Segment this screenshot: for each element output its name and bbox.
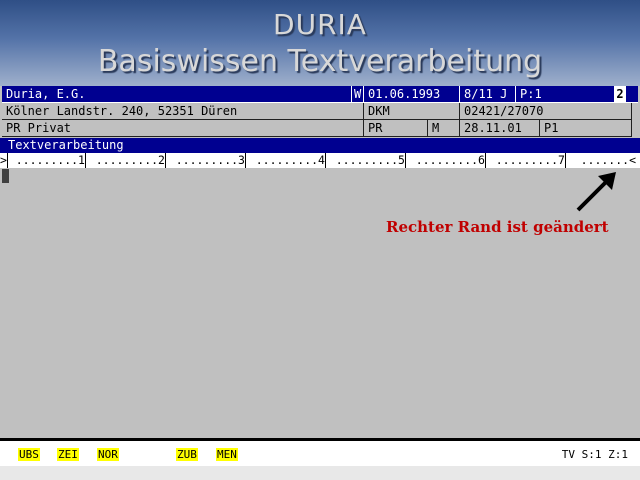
title-line-1: DURIA (273, 8, 367, 41)
fkey-nor[interactable]: NOR (97, 448, 119, 461)
record-header: Duria, E.G. W 01.06.1993 8/11 J P:1 2 Kö… (2, 86, 638, 138)
ruler-segment: .........4 (246, 153, 326, 168)
record-flag: W (352, 86, 364, 103)
ruler-right-margin[interactable]: .......< (566, 153, 636, 168)
ruler-segment: .........1 (6, 153, 86, 168)
ruler-segment: .........2 (86, 153, 166, 168)
ruler-segment: .........3 (166, 153, 246, 168)
status-indicator: TV S:1 Z:1 (561, 448, 628, 461)
record-phone[interactable]: 02421/27070 (460, 103, 632, 120)
ruler-segment: .........5 (326, 153, 406, 168)
record-badge: 2 (614, 86, 626, 103)
title-banner: DURIA Basiswissen Textverarbeitung (0, 0, 640, 86)
text-cursor (2, 169, 9, 183)
record-category[interactable]: PR Privat (2, 120, 364, 137)
record-address[interactable]: Kölner Landstr. 240, 52351 Düren (2, 103, 364, 120)
ruler-segment: .........7 (486, 153, 566, 168)
record-gender: M (428, 120, 460, 137)
record-date-2: 28.11.01 (460, 120, 540, 137)
text-edit-area[interactable] (0, 168, 640, 438)
record-name[interactable]: Duria, E.G. (2, 86, 352, 103)
arrow-icon (576, 172, 616, 212)
record-place-code: DKM (364, 103, 460, 120)
fkey-ubs[interactable]: UBS (18, 448, 40, 461)
bottom-strip (0, 466, 640, 480)
margin-ruler[interactable]: > .........1 .........2 .........3 .....… (0, 153, 640, 168)
function-key-bar: UBS ZEI NOR ZUB MEN TV S:1 Z:1 (0, 438, 640, 466)
record-p1: P1 (540, 120, 632, 137)
title-line-2: Basiswissen Textverarbeitung (97, 44, 543, 79)
ruler-segment: .........6 (406, 153, 486, 168)
record-code: 8/11 J (460, 86, 516, 103)
screen: DURIA Basiswissen Textverarbeitung Duria… (0, 0, 640, 480)
annotation-note: Rechter Rand ist geändert (386, 218, 609, 236)
section-title-bar: Textverarbeitung (0, 138, 640, 153)
record-date[interactable]: 01.06.1993 (364, 86, 460, 103)
record-type: PR (364, 120, 428, 137)
fkey-zub[interactable]: ZUB (176, 448, 198, 461)
fkey-zei[interactable]: ZEI (57, 448, 79, 461)
fkey-men[interactable]: MEN (216, 448, 238, 461)
